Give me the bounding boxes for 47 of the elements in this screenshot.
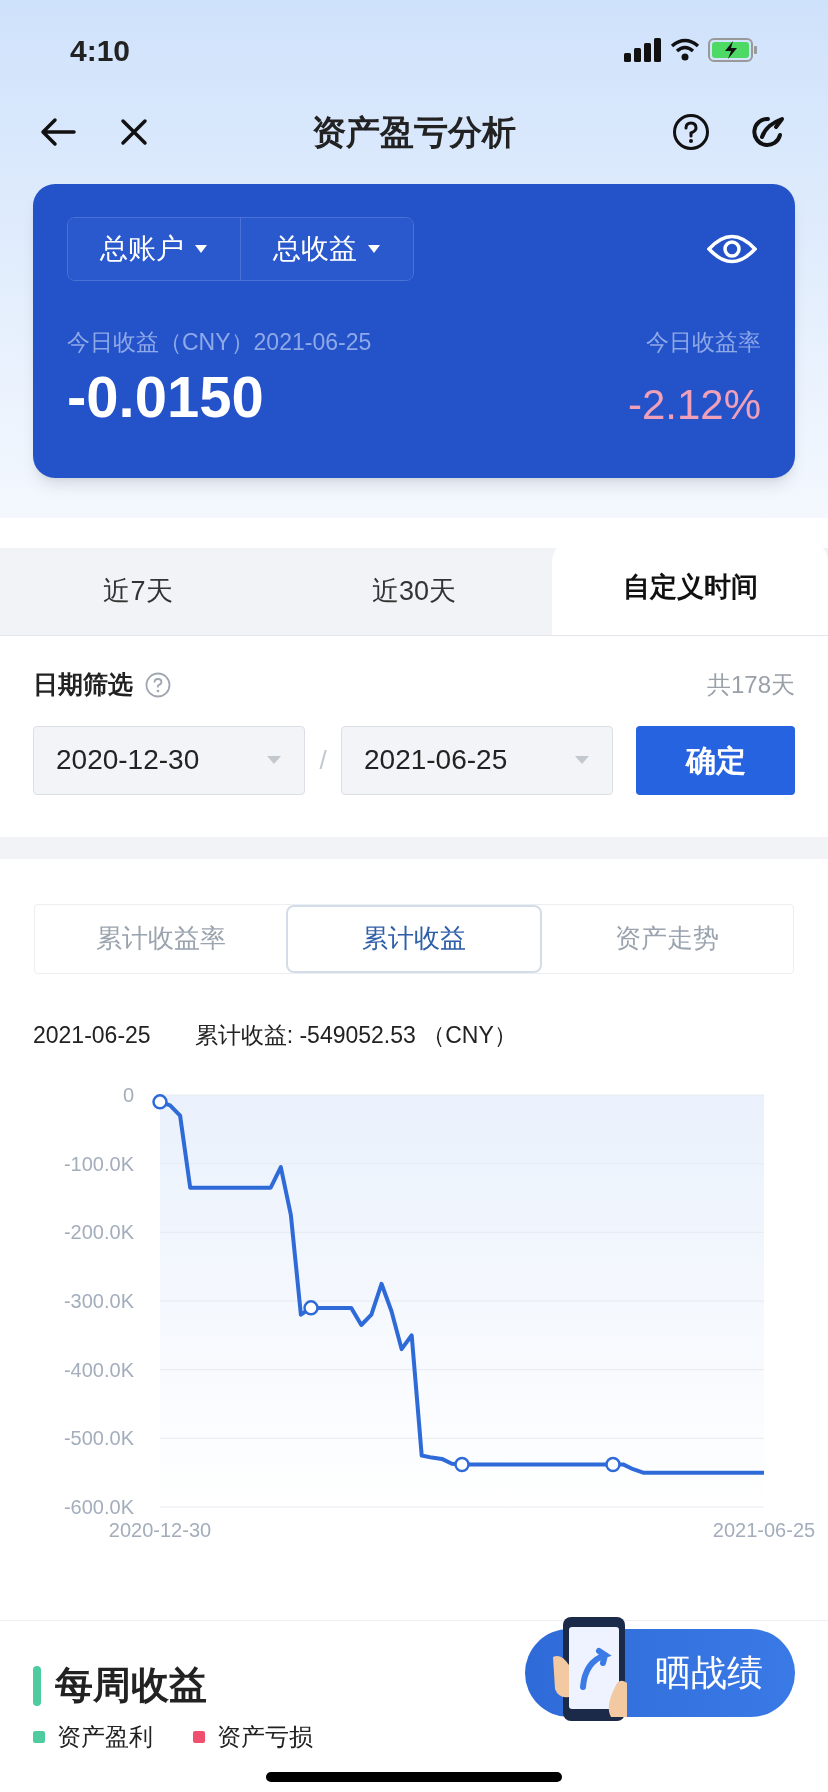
end-date-select[interactable]: 2021-06-25 — [341, 725, 613, 795]
caret-icon — [194, 244, 208, 254]
today-rate-value: -2.12% — [627, 383, 761, 426]
axis-label: -200.0K — [63, 1221, 134, 1244]
today-rate-label: 今日收益率 — [646, 328, 761, 357]
chart-date: 2021-06-25 — [33, 1020, 151, 1050]
page-title: 资产盈亏分析 — [312, 111, 516, 153]
date-filter-label: 日期筛选 — [33, 669, 133, 700]
accent-bar — [33, 1665, 41, 1706]
legend-label: 资产盈利 — [57, 1722, 153, 1752]
start-date-select[interactable]: 2020-12-30 — [33, 725, 305, 795]
day-count: 共178天 — [706, 669, 795, 700]
axis-label: -100.0K — [63, 1152, 134, 1175]
caret-icon — [574, 755, 590, 765]
axis-label: -500.0K — [63, 1427, 134, 1450]
axis-label: -400.0K — [63, 1358, 134, 1381]
point — [152, 1094, 168, 1110]
cumulative-income: 累计收益: -549052.53 （CNY） — [194, 1020, 517, 1050]
period-tab[interactable]: 近7天 — [0, 548, 276, 635]
axis-label: 0 — [122, 1084, 134, 1106]
point — [605, 1456, 621, 1473]
filter-dropdown[interactable]: 总账户 — [68, 218, 240, 280]
signal-icon — [624, 38, 662, 62]
filter-dropdown[interactable]: 总收益 — [240, 218, 413, 280]
wifi-icon — [670, 38, 700, 62]
back-icon[interactable] — [40, 117, 76, 147]
caret-icon — [367, 244, 381, 254]
today-income-label: 今日收益（CNY）2021-06-25 — [67, 328, 372, 357]
point — [454, 1456, 470, 1473]
status-time: 4:10 — [70, 32, 131, 69]
today-income-value: -0.0150 — [67, 367, 264, 426]
metric-tab[interactable]: 累计收益 — [286, 904, 542, 973]
point — [303, 1300, 319, 1316]
date-separator: / — [318, 743, 328, 777]
eye-icon[interactable] — [707, 232, 757, 266]
period-tab[interactable]: 近30天 — [276, 548, 552, 635]
axis-label: 2021-06-25 — [712, 1519, 816, 1541]
section-title: 每周收益 — [55, 1663, 207, 1708]
legend-label: 资产亏损 — [217, 1722, 313, 1752]
axis-label: -600.0K — [63, 1496, 134, 1518]
caret-icon — [266, 755, 282, 765]
axis-label: -300.0K — [63, 1290, 134, 1312]
confirm-button[interactable]: 确定 — [636, 725, 795, 795]
help-icon[interactable] — [672, 113, 710, 151]
axis-label: 2020-12-30 — [108, 1519, 212, 1541]
close-icon[interactable] — [120, 118, 148, 146]
battery-icon — [708, 38, 758, 62]
